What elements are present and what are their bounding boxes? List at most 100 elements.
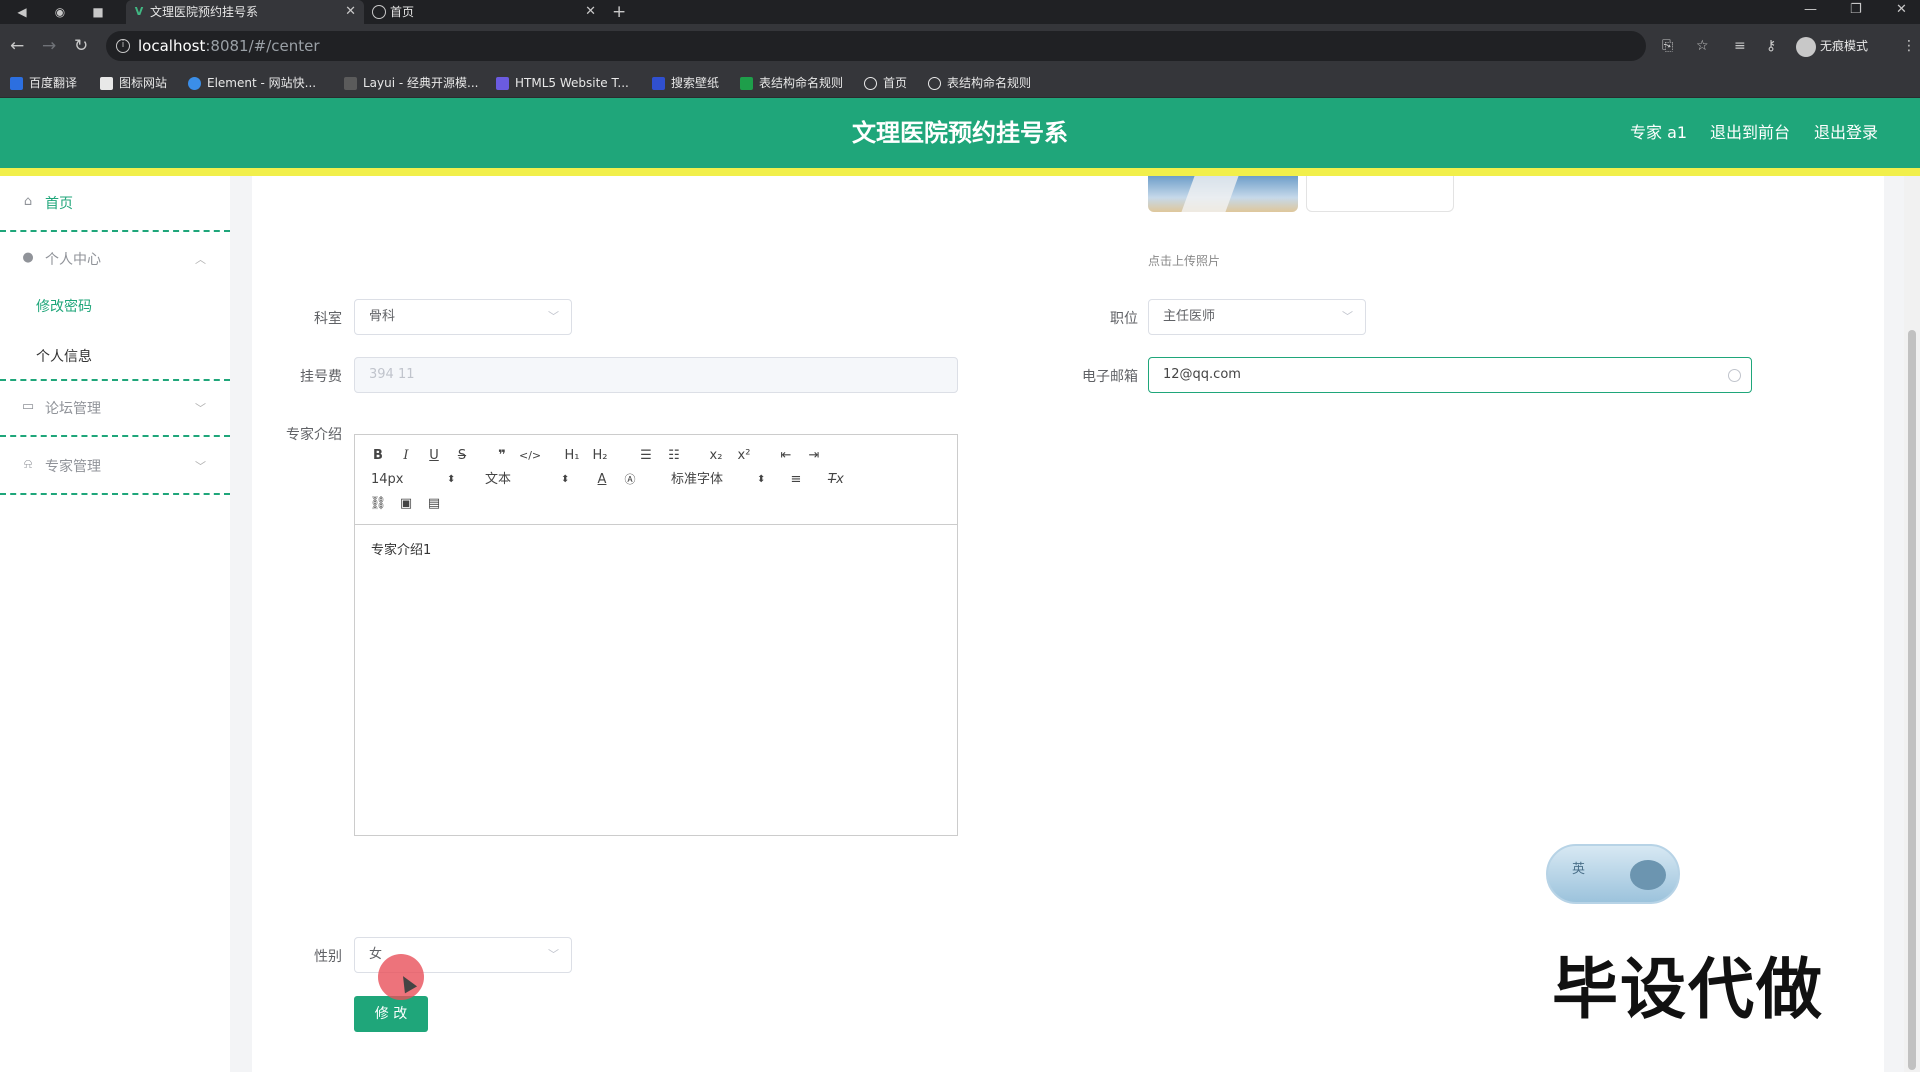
code-icon[interactable]: </> [519,447,541,465]
ime-widget[interactable]: 英 [1546,844,1680,904]
reload-icon[interactable]: ↻ [74,35,88,57]
element-icon [188,77,201,90]
chevron-down-icon: ﹀ [195,402,206,415]
font-size-select[interactable]: 14px ⬍ [371,471,457,489]
department-value: 骨科 [369,309,396,324]
bookmark-item[interactable]: Element - 网站快... [188,68,316,98]
html5-icon [496,77,509,90]
position-select[interactable]: 主任医师 ﹀ [1148,299,1366,335]
editor-content[interactable]: 专家介绍1 [371,539,431,558]
chevron-down-icon: ﹀ [1342,310,1353,323]
email-field[interactable]: 12@qq.com [1148,357,1752,393]
outdent-icon[interactable]: ⇤ [775,447,797,465]
personal-center-header[interactable]: ● 个人中心 ︿ [0,232,230,288]
globe-icon[interactable]: ◉ [50,2,70,22]
tab-active[interactable]: V 文理医院预约挂号系 ✕ [126,0,364,24]
link-icon[interactable]: ⛓ [367,495,389,513]
bookmark-label: Layui - 经典开源模... [363,76,479,90]
chevron-down-icon: ﹀ [548,948,559,961]
background-color-icon[interactable]: Ⓐ [619,471,641,489]
clear-icon[interactable] [1728,369,1741,382]
sheet-icon [740,77,753,90]
subscript-icon[interactable]: x₂ [705,447,727,465]
bold-icon[interactable]: B [367,447,389,465]
bookmark-item[interactable]: 搜索壁纸 [652,68,719,98]
sidebar-item-personal-center[interactable]: ● 个人中心 ︿ 修改密码 个人信息 [0,176,230,381]
back-icon[interactable]: ← [10,35,24,57]
sidebar-item-personal-info[interactable]: 个人信息 [36,346,92,366]
chevron-down-icon: ﹀ [548,310,559,323]
star-icon[interactable]: ☆ [1696,36,1709,56]
video-icon[interactable]: ▤ [423,495,445,513]
superscript-icon[interactable]: x² [733,447,755,465]
window-close-icon[interactable]: ✕ [1896,0,1907,20]
italic-icon[interactable]: I [395,447,417,465]
sidebar-item-expert[interactable]: ⍾ 专家管理 ﹀ [0,439,230,495]
sidebar-item-change-password[interactable]: 修改密码 [36,296,92,316]
scrollbar-thumb[interactable] [1908,330,1916,1070]
more-icon[interactable]: ⋮ [1902,36,1916,56]
wallpaper-icon [652,77,665,90]
window-icon[interactable]: ■ [88,2,108,22]
url-field[interactable]: i localhost:8081/#/center [106,31,1646,61]
upload-hint[interactable]: 点击上传照片 [1148,252,1220,269]
h2-icon[interactable]: H₂ [589,447,611,465]
bookmark-label: 搜索壁纸 [671,76,720,90]
bookmark-label: 图标网站 [119,76,168,90]
incognito-icon [1796,36,1816,57]
logout-link[interactable]: 退出登录 [1814,98,1878,168]
bookmark-item[interactable]: 表结构命名规则 [928,68,1031,98]
chevron-down-icon: ﹀ [195,460,206,473]
image-icon[interactable]: ▣ [395,495,417,513]
new-tab-button[interactable]: + [612,0,626,24]
sidebar-item-label: 专家管理 [45,459,101,475]
bookmark-item[interactable]: 百度翻译 [10,68,77,98]
bookmark-icon [10,77,23,90]
font-family-select[interactable]: 标准字体 ⬍ [671,471,771,489]
close-icon[interactable]: ✕ [585,0,596,24]
text-type-value: 文本 [485,472,512,487]
info-icon[interactable]: i [116,39,130,53]
rich-text-editor[interactable]: B I U S ❞ </> H₁ H₂ ☰ ☷ x₂ x² ⇤ ⇥ 14px ⬍ … [354,434,958,836]
quote-icon[interactable]: ❞ [491,447,513,465]
indent-icon[interactable]: ⇥ [803,447,825,465]
bookmark-label: Element - 网站快... [207,76,317,90]
tab-home[interactable]: 首页 ✕ [366,0,604,24]
sidebar-item-label: 论坛管理 [45,401,101,417]
align-icon[interactable]: ≡ [785,471,807,489]
reading-list-icon[interactable]: ≡ [1734,36,1746,56]
front-link[interactable]: 退出到前台 [1710,98,1790,168]
underline-icon[interactable]: U [423,447,445,465]
submit-button[interactable]: 修 改 [354,996,428,1032]
text-type-select[interactable]: 文本 ⬍ [485,471,571,489]
translate-icon[interactable]: ⎘ [1662,36,1673,56]
browser-tab-bar: ◀ ◉ ■ V 文理医院预约挂号系 ✕ 首页 ✕ + — ❐ ✕ [0,0,1920,24]
upload-slot[interactable] [1306,176,1454,212]
strike-icon[interactable]: S [451,447,473,465]
clear-format-icon[interactable]: T̶x [825,471,847,489]
chat-icon: ▭ [21,399,35,414]
watermark-text: 毕设代做 [1552,951,1824,1028]
bookmark-label: HTML5 Website T... [515,76,629,90]
minimize-icon[interactable]: — [1804,0,1817,20]
key-icon[interactable]: ⚷ [1766,36,1776,56]
fee-field: 394 11 [354,357,958,393]
bookmark-item[interactable]: Layui - 经典开源模... [344,68,478,98]
h1-icon[interactable]: H₁ [561,447,583,465]
uploaded-photo[interactable] [1148,176,1298,212]
audio-icon[interactable]: ◀ [12,2,32,22]
bullet-list-icon[interactable]: ☷ [663,447,685,465]
bookmark-item[interactable]: HTML5 Website T... [496,68,629,98]
restore-icon[interactable]: ❐ [1850,0,1862,20]
department-select[interactable]: 骨科 ﹀ [354,299,572,335]
bookmark-item[interactable]: 图标网站 [100,68,167,98]
font-color-icon[interactable]: A [591,471,613,489]
app-header: 文理医院预约挂号系 专家 a1 退出到前台 退出登录 [0,98,1920,168]
close-icon[interactable]: ✕ [345,0,356,24]
ordered-list-icon[interactable]: ☰ [635,447,657,465]
bookmark-item[interactable]: 表结构命名规则 [740,68,843,98]
bookmark-item[interactable]: 首页 [864,68,907,98]
incognito-badge[interactable]: 无痕模式 [1796,35,1868,57]
sidebar-item-forum[interactable]: ▭ 论坛管理 ﹀ [0,381,230,437]
forward-icon[interactable]: → [42,35,56,57]
